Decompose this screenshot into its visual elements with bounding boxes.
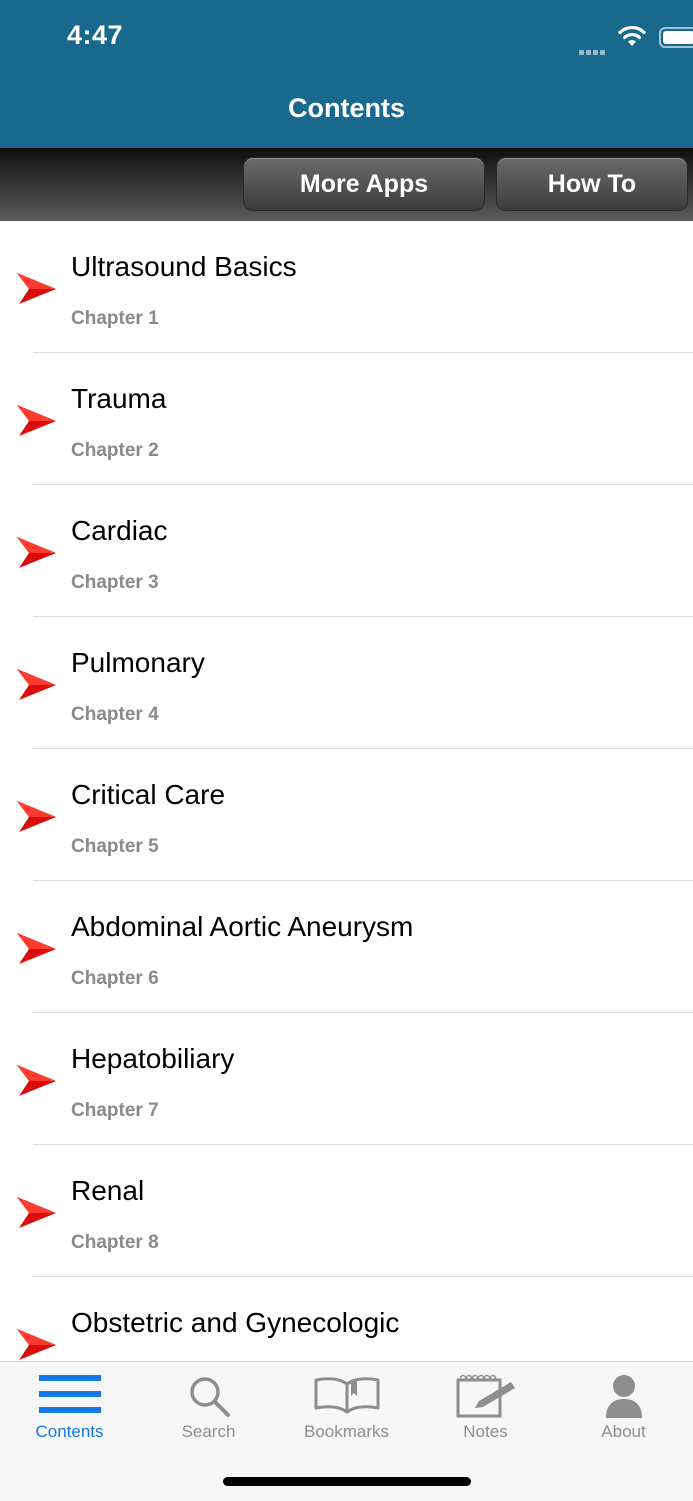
chapter-subtitle: Chapter 2 [71,440,159,461]
battery-icon [659,27,693,48]
toolbar: More Apps How To [0,148,693,221]
tab-contents[interactable]: Contents [0,1362,139,1452]
chapter-row[interactable]: Hepatobiliary Chapter 7 [0,1013,693,1145]
chapter-row[interactable]: Critical Care Chapter 5 [0,749,693,881]
chapter-subtitle: Chapter 6 [71,968,159,989]
chapter-title: Hepatobiliary [71,1043,235,1074]
chapter-row[interactable]: Obstetric and Gynecologic [0,1277,693,1361]
chapter-title: Abdominal Aortic Aneurysm [71,911,414,942]
book-icon [314,1377,379,1414]
chapter-title: Ultrasound Basics [71,251,297,282]
red-arrow-icon [17,1197,56,1228]
tab-label: About [601,1422,646,1441]
red-arrow-icon [17,669,56,700]
chapter-row[interactable]: Pulmonary Chapter 4 [0,617,693,749]
chapter-title: Cardiac [71,515,168,546]
tab-label: Notes [463,1422,508,1441]
chapter-subtitle: Chapter 7 [71,1100,159,1121]
red-arrow-icon [17,1329,56,1360]
chapter-title: Trauma [71,383,167,414]
chapter-row[interactable]: Trauma Chapter 2 [0,353,693,485]
list-icon [38,1375,101,1413]
search-icon [189,1377,230,1417]
chapter-title: Critical Care [71,779,226,810]
status-time: 4:47 [67,20,124,50]
chapter-subtitle: Chapter 1 [71,308,159,329]
tab-label: Contents [35,1422,104,1441]
red-arrow-icon [17,933,56,964]
tab-label: Search [181,1422,236,1441]
chapter-title: Pulmonary [71,647,205,678]
red-arrow-icon [17,801,56,832]
how-to-button[interactable]: How To [496,157,688,211]
wifi-icon [618,25,646,46]
red-arrow-icon [17,273,56,304]
chapter-subtitle: Chapter 3 [71,572,159,593]
person-icon [605,1375,642,1418]
chapter-title: Obstetric and Gynecologic [71,1307,400,1338]
cellular-signal-icon [579,42,613,55]
tab-about[interactable]: About [554,1362,693,1452]
tab-label: Bookmarks [303,1422,390,1441]
tab-notes[interactable]: Notes [416,1362,555,1452]
chapter-subtitle: Chapter 4 [71,704,159,725]
page-title: Contents [288,93,405,123]
chapter-row[interactable]: Renal Chapter 8 [0,1145,693,1277]
tab-bookmarks[interactable]: Bookmarks [277,1362,416,1452]
chapter-row[interactable]: Cardiac Chapter 3 [0,485,693,617]
tab-search[interactable]: Search [139,1362,278,1452]
red-arrow-icon [17,405,56,436]
notepad-icon [456,1374,515,1418]
more-apps-button[interactable]: More Apps [243,157,485,211]
chapter-list: Ultrasound Basics Chapter 1 Trauma Chapt… [0,221,693,1361]
red-arrow-icon [17,1065,56,1096]
chapter-row[interactable]: Ultrasound Basics Chapter 1 [0,221,693,353]
header: 4:47 Contents [0,0,693,148]
red-arrow-icon [17,537,56,568]
home-indicator [223,1477,471,1486]
chapter-subtitle: Chapter 8 [71,1232,159,1253]
chapter-subtitle: Chapter 5 [71,836,159,857]
chapter-title: Renal [71,1175,145,1206]
chapter-row[interactable]: Abdominal Aortic Aneurysm Chapter 6 [0,881,693,1013]
